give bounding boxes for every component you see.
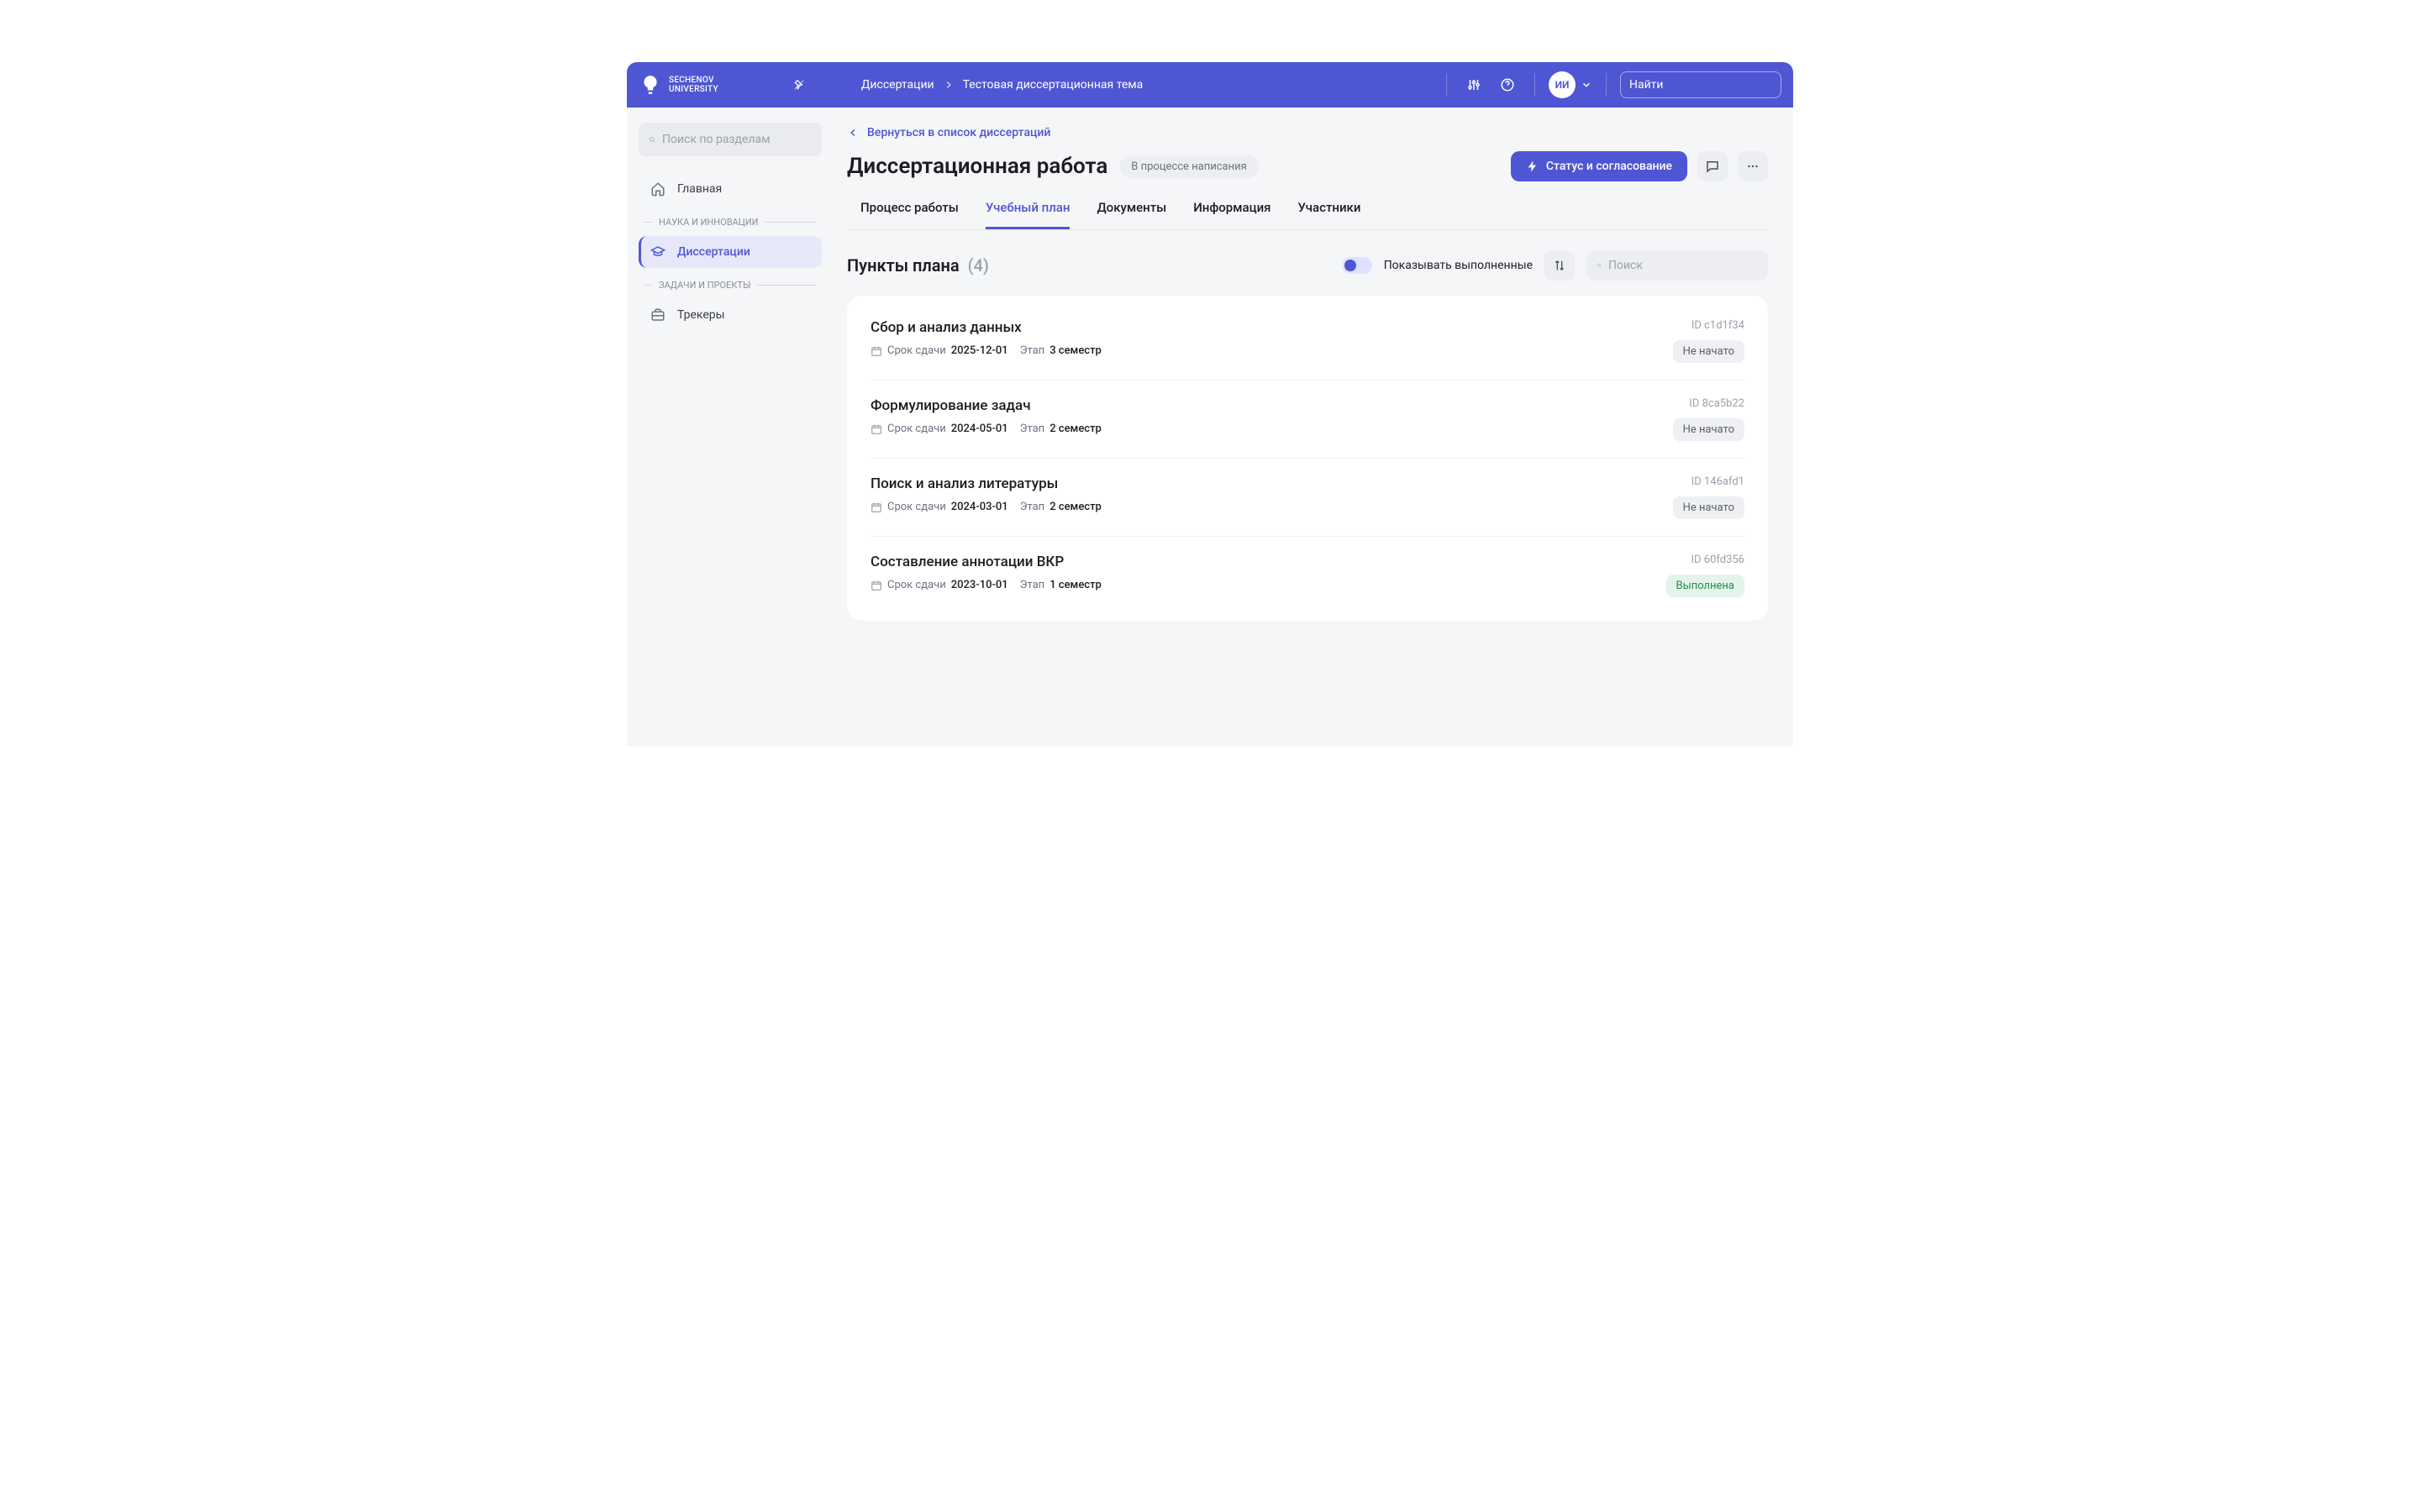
calendar-icon bbox=[871, 501, 882, 513]
brand-logo[interactable]: SECHENOVUNIVERSITY bbox=[639, 73, 718, 97]
sort-icon bbox=[1553, 259, 1566, 272]
global-search[interactable] bbox=[1620, 71, 1781, 98]
row-status: Не начато bbox=[1673, 496, 1744, 519]
nav-item-home[interactable]: Главная bbox=[639, 173, 822, 205]
row-due: Срок сдачи 2024-05-01 bbox=[871, 423, 1008, 435]
list-search[interactable] bbox=[1586, 250, 1768, 281]
nav-section: НАУКА И ИННОВАЦИИ bbox=[639, 217, 822, 228]
home-icon bbox=[650, 181, 666, 197]
row-stage: Этап 2 семестр bbox=[1020, 423, 1102, 435]
main-content: Вернуться в список диссертаций Диссертац… bbox=[834, 108, 1793, 747]
chevron-right-icon bbox=[943, 79, 955, 91]
user-menu[interactable]: ИИ bbox=[1549, 71, 1592, 98]
nav-item-cap[interactable]: Диссертации bbox=[639, 236, 822, 268]
sidebar-search-input[interactable] bbox=[662, 133, 812, 146]
tabs: Процесс работы Учебный план Документы Инфор… bbox=[847, 200, 1768, 230]
nav-item-label: Главная bbox=[677, 182, 722, 196]
sort-button[interactable] bbox=[1544, 250, 1575, 281]
calendar-icon bbox=[871, 423, 882, 435]
nav-item-briefcase[interactable]: Трекеры bbox=[639, 299, 822, 331]
search-icon bbox=[649, 133, 655, 146]
plan-list: Сбор и анализ данных Срок сдачи 2025-12-… bbox=[847, 296, 1768, 621]
more-button[interactable] bbox=[1738, 151, 1768, 181]
row-due: Срок сдачи 2024-03-01 bbox=[871, 501, 1008, 513]
topbar: SECHENOVUNIVERSITY Диссертации Тестовая … bbox=[627, 62, 1793, 108]
search-icon bbox=[1597, 259, 1602, 272]
comments-button[interactable] bbox=[1697, 151, 1728, 181]
global-search-input[interactable] bbox=[1629, 78, 1779, 92]
plan-row[interactable]: Поиск и анализ литературы Срок сдачи 202… bbox=[871, 459, 1744, 537]
tab-2[interactable]: Документы bbox=[1097, 200, 1166, 229]
page-status-chip: В процессе написания bbox=[1119, 155, 1258, 178]
page-title: Диссертационная работа bbox=[847, 154, 1107, 179]
dots-icon bbox=[1745, 159, 1760, 174]
nav-section: ЗАДАЧИ И ПРОЕКТЫ bbox=[639, 280, 822, 291]
back-link-label: Вернуться в список диссертаций bbox=[867, 126, 1050, 139]
chevron-left-icon bbox=[847, 127, 859, 139]
avatar: ИИ bbox=[1549, 71, 1576, 98]
row-status: Не начато bbox=[1673, 418, 1744, 441]
show-completed-toggle[interactable] bbox=[1342, 257, 1372, 274]
nav-item-label: Трекеры bbox=[677, 308, 725, 322]
status-approval-button[interactable]: Статус и согласование bbox=[1511, 151, 1687, 181]
breadcrumb-root[interactable]: Диссертации bbox=[861, 78, 934, 92]
pin-button[interactable] bbox=[786, 71, 813, 98]
settings-sliders-button[interactable] bbox=[1460, 71, 1487, 98]
cap-icon bbox=[650, 244, 666, 260]
calendar-icon bbox=[871, 345, 882, 357]
plan-row[interactable]: Составление аннотации ВКР Срок сдачи 202… bbox=[871, 537, 1744, 614]
breadcrumb: Диссертации Тестовая диссертационная тем… bbox=[861, 78, 1143, 92]
row-stage: Этап 2 семестр bbox=[1020, 501, 1102, 513]
briefcase-icon bbox=[650, 307, 666, 323]
sidebar: Главная НАУКА И ИННОВАЦИИ Диссертации ЗАДАЧ… bbox=[627, 108, 834, 747]
plan-row[interactable]: Сбор и анализ данных Срок сдачи 2025-12-… bbox=[871, 302, 1744, 381]
row-title: Формулирование задач bbox=[871, 397, 1673, 414]
row-stage: Этап 1 семестр bbox=[1020, 579, 1102, 591]
tab-3[interactable]: Информация bbox=[1193, 200, 1270, 229]
chevron-down-icon bbox=[1581, 79, 1592, 91]
row-due: Срок сдачи 2025-12-01 bbox=[871, 344, 1008, 357]
tab-0[interactable]: Процесс работы bbox=[860, 200, 959, 229]
row-title: Сбор и анализ данных bbox=[871, 319, 1673, 336]
row-due: Срок сдачи 2023-10-01 bbox=[871, 579, 1008, 591]
row-id: ID 60fd356 bbox=[1691, 554, 1744, 566]
section-count: (4) bbox=[968, 255, 989, 276]
list-search-input[interactable] bbox=[1608, 259, 1758, 272]
calendar-icon bbox=[871, 580, 882, 591]
row-id: ID c1d1f34 bbox=[1691, 319, 1744, 332]
row-status: Выполнена bbox=[1666, 575, 1744, 597]
plan-row[interactable]: Формулирование задач Срок сдачи 2024-05-… bbox=[871, 381, 1744, 459]
breadcrumb-leaf: Тестовая диссертационная тема bbox=[963, 78, 1144, 92]
row-id: ID 146afd1 bbox=[1691, 475, 1744, 488]
row-title: Составление аннотации ВКР bbox=[871, 554, 1666, 570]
row-status: Не начато bbox=[1673, 340, 1744, 363]
primary-button-label: Статус и согласование bbox=[1546, 160, 1672, 173]
brand-icon bbox=[639, 73, 662, 97]
back-link[interactable]: Вернуться в список диссертаций bbox=[847, 126, 1050, 139]
row-id: ID 8ca5b22 bbox=[1689, 397, 1744, 410]
toggle-label: Показывать выполненные bbox=[1384, 259, 1533, 272]
bolt-icon bbox=[1526, 160, 1539, 173]
row-stage: Этап 3 семестр bbox=[1020, 344, 1102, 357]
tab-1[interactable]: Учебный план bbox=[986, 200, 1071, 229]
sidebar-search[interactable] bbox=[639, 123, 822, 156]
row-title: Поиск и анализ литературы bbox=[871, 475, 1673, 492]
tab-4[interactable]: Участники bbox=[1298, 200, 1361, 229]
chat-icon bbox=[1705, 159, 1720, 174]
section-title: Пункты плана bbox=[847, 255, 960, 276]
help-button[interactable] bbox=[1494, 71, 1521, 98]
nav-item-label: Диссертации bbox=[677, 245, 750, 259]
brand-name: SECHENOVUNIVERSITY bbox=[669, 76, 718, 94]
